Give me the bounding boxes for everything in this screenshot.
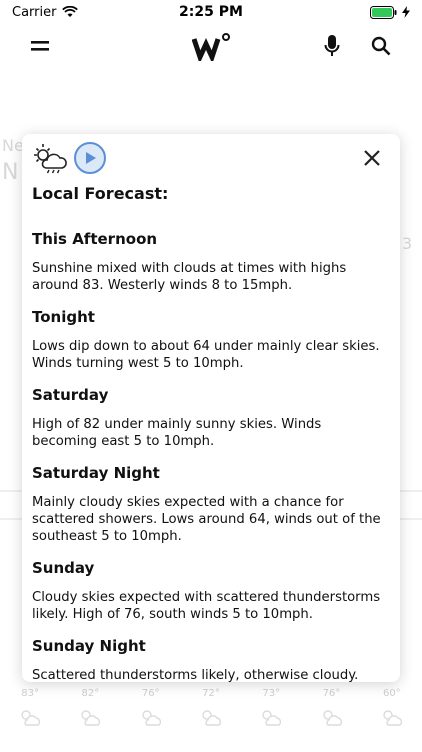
partly-cloudy-icon <box>34 144 67 174</box>
bg-weather-icon <box>81 710 101 726</box>
bg-hourly-temp: 73° <box>262 688 281 699</box>
bg-hourly-temp: 83° <box>21 688 39 699</box>
bg-weather-icon <box>21 710 41 726</box>
forecast-text: Sunshine mixed with clouds at times with… <box>32 261 347 293</box>
nav-bar <box>0 26 422 66</box>
bg-hourly-temp: 60° <box>382 688 401 699</box>
close-card-button[interactable] <box>362 148 382 168</box>
bg-hourly-temp: 72° <box>202 688 220 699</box>
voice-search-button[interactable] <box>316 30 348 62</box>
bg-condition-label: N <box>2 160 19 185</box>
bg-weather-icon <box>202 710 222 726</box>
search-button[interactable] <box>365 30 397 62</box>
bg-hourly-cell: 82° <box>78 688 102 752</box>
bg-hourly-cell: 76° <box>139 688 163 752</box>
bg-hourly-cell: 72° <box>199 688 223 752</box>
close-icon <box>364 150 380 166</box>
forecast-text: Lows dip down to about 64 under mainly c… <box>32 339 380 371</box>
forecast-item: Saturday High of 82 under mainly sunny s… <box>32 386 390 450</box>
forecast-heading: Sunday <box>32 559 95 577</box>
forecast-item: This Afternoon Sunshine mixed with cloud… <box>32 230 390 294</box>
forecast-text: Mainly cloudy skies expected with a chan… <box>32 495 381 544</box>
bg-hourly-temp: 82° <box>81 688 100 699</box>
card-header <box>32 142 388 176</box>
forecast-heading: Sunday Night <box>32 637 146 655</box>
card-title: Local Forecast: <box>32 184 169 203</box>
status-bar: Carrier 2:25 PM <box>0 0 422 24</box>
play-icon <box>86 152 96 164</box>
microphone-icon <box>324 35 340 56</box>
forecast-heading: Tonight <box>32 308 95 326</box>
bg-hourly-temp: 76° <box>141 688 160 699</box>
forecast-text: High of 82 under mainly sunny skies. Win… <box>32 417 322 449</box>
bg-hourly-row: 83° 82° 76° 72° 73° 76° 60° <box>0 688 422 752</box>
forecast-text: Cloudy skies expected with scattered thu… <box>32 590 381 622</box>
forecast-heading: Saturday Night <box>32 464 160 482</box>
forecast-item: Sunday Night Scattered thunderstorms lik… <box>32 637 390 682</box>
forecast-text: Scattered thunderstorms likely, otherwis… <box>32 668 359 682</box>
hamburger-icon <box>31 41 49 51</box>
forecast-item: Saturday Night Mainly cloudy skies expec… <box>32 464 390 545</box>
w-logo-icon <box>192 33 230 61</box>
status-time: 2:25 PM <box>179 4 243 20</box>
bg-hourly-cell: 76° <box>320 688 344 752</box>
forecast-list: This Afternoon Sunshine mixed with cloud… <box>32 230 390 682</box>
search-icon <box>371 36 391 56</box>
bg-hourly-cell: 83° <box>18 688 42 752</box>
app-logo[interactable] <box>192 30 232 62</box>
bg-temp-fragment: 3 <box>402 234 413 253</box>
bg-weather-icon <box>142 710 161 726</box>
local-forecast-card: Local Forecast: This Afternoon Sunshine … <box>22 134 400 682</box>
bg-weather-icon <box>322 710 342 726</box>
bg-hourly-cell: 60° <box>380 688 404 752</box>
forecast-heading: This Afternoon <box>32 230 158 248</box>
forecast-item: Tonight Lows dip down to about 64 under … <box>32 308 390 372</box>
bg-hourly-cell: 73° <box>259 688 283 752</box>
bg-weather-icon <box>262 710 282 726</box>
play-forecast-button[interactable] <box>74 142 106 174</box>
bg-weather-icon <box>383 710 402 726</box>
hamburger-menu-button[interactable] <box>24 30 56 62</box>
forecast-item: Sunday Cloudy skies expected with scatte… <box>32 559 390 623</box>
forecast-heading: Saturday <box>32 386 109 404</box>
bg-location-label: Ne <box>2 136 24 155</box>
bg-hourly-temp: 76° <box>322 688 341 699</box>
